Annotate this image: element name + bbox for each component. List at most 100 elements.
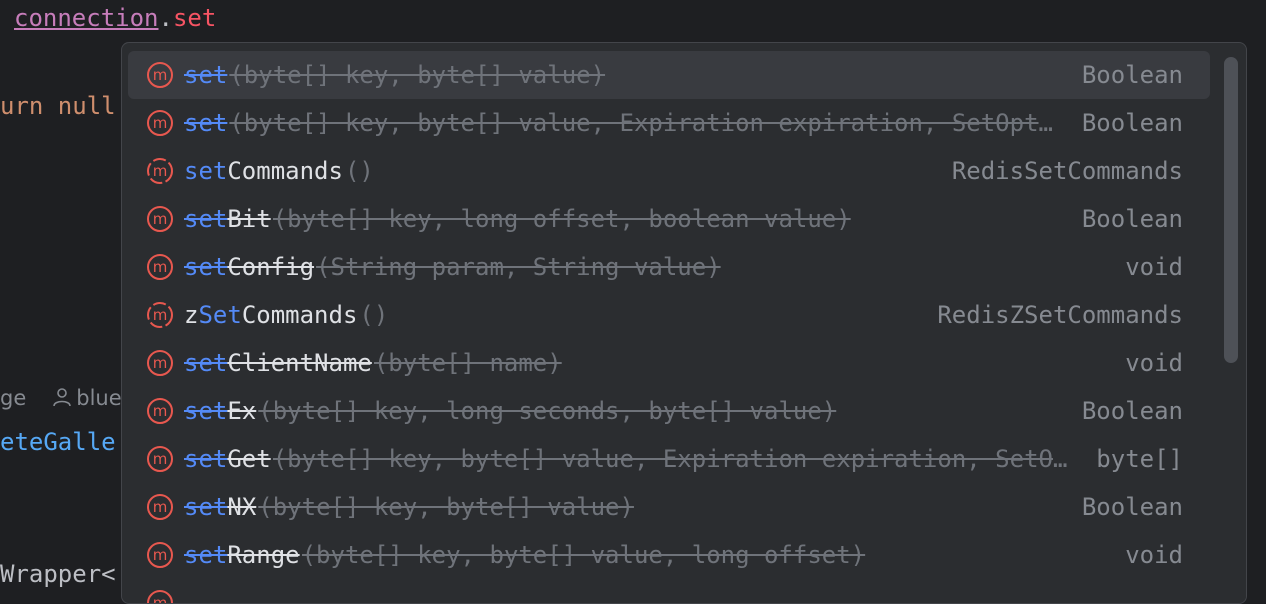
name-rest: ClientName	[227, 349, 372, 377]
completion-return-type: Boolean	[1081, 109, 1183, 137]
completion-name: set	[184, 61, 227, 89]
completion-params: (byte[] key, byte[] value, Expiration ex…	[272, 445, 1081, 473]
method-icon: m	[146, 397, 174, 425]
name-rest: Get	[227, 445, 271, 473]
svg-text:m: m	[153, 354, 168, 372]
method-icon: m	[146, 61, 174, 89]
method-icon: m	[146, 253, 174, 281]
completion-name: setRange	[184, 541, 300, 569]
svg-text:m: m	[153, 258, 168, 276]
author-hint[interactable]: bluet	[52, 386, 130, 410]
svg-text:m: m	[153, 546, 168, 564]
completion-params: (byte[] key, long offset, boolean value)	[272, 205, 851, 233]
completion-return-type: RedisZSetCommands	[937, 301, 1183, 329]
svg-text:m: m	[153, 114, 168, 132]
svg-text:m: m	[153, 594, 168, 604]
code-line-return[interactable]: urn null	[0, 92, 116, 120]
completion-name: set	[184, 109, 227, 137]
name-rest: NX	[227, 493, 257, 521]
completion-name: setClientName	[184, 349, 372, 377]
name-match: set	[184, 445, 228, 473]
svg-text:m: m	[153, 162, 168, 180]
svg-text:m: m	[153, 402, 168, 420]
completion-item[interactable]: m set (byte[] key, byte[] value) Boolean	[128, 51, 1210, 99]
completion-params: (byte[] name)	[373, 349, 562, 377]
method-icon: m	[146, 589, 174, 604]
completion-name: setConfig	[184, 253, 314, 281]
completion-item[interactable]: m setClientName (byte[] name) void	[128, 339, 1210, 387]
name-match: set	[184, 493, 228, 521]
completion-params: (byte[] key, byte[] value, long offset)	[301, 541, 866, 569]
completion-return-type: void	[1125, 349, 1183, 377]
scrollbar[interactable]	[1220, 51, 1246, 603]
completion-item[interactable]: m setGet (byte[] key, byte[] value, Expira…	[128, 435, 1210, 483]
method-icon: m	[146, 541, 174, 569]
completion-return-type: void	[1125, 253, 1183, 281]
name-rest: Config	[227, 253, 315, 281]
svg-text:m: m	[153, 66, 168, 84]
completion-name: zSetCommands	[184, 301, 357, 329]
svg-text:m: m	[153, 306, 168, 324]
completion-return-type: Boolean	[1081, 493, 1183, 521]
name-match: set	[184, 253, 228, 281]
name-match: set	[184, 61, 228, 89]
name-rest: Commands	[227, 157, 343, 185]
code-vision-hints: ge bluet	[0, 386, 130, 412]
name-match: set	[184, 397, 228, 425]
code-line-method[interactable]: eteGalle	[0, 428, 116, 456]
completion-name: setCommands	[184, 157, 343, 185]
name-rest: Commands	[241, 301, 358, 329]
svg-text:m: m	[153, 498, 168, 516]
method-icon: m	[146, 109, 174, 137]
completion-name: setNX	[184, 493, 256, 521]
completion-item[interactable]: m zSetCommands() RedisZSetCommands	[128, 291, 1210, 339]
name-match: set	[184, 541, 228, 569]
svg-text:m: m	[153, 210, 168, 228]
completion-params: (String param, String value)	[316, 253, 721, 281]
scrollbar-thumb[interactable]	[1224, 57, 1238, 363]
completion-name: setEx	[184, 397, 256, 425]
method-abstract-icon: m	[146, 301, 174, 329]
completion-return-type: Boolean	[1081, 205, 1183, 233]
completion-params: ()	[359, 301, 389, 329]
completion-item[interactable]: m setRange (byte[] key, byte[] value, long…	[128, 531, 1210, 579]
method-icon: m	[146, 205, 174, 233]
completion-item[interactable]: m setEx (byte[] key, long seconds, byte[] …	[128, 387, 1210, 435]
typed-prefix: set	[172, 4, 217, 32]
name-prefix: z	[184, 301, 199, 329]
completion-name: setBit	[184, 205, 271, 233]
code-line-call[interactable]: connection.set	[14, 4, 216, 32]
svg-text:m: m	[153, 450, 168, 468]
name-match: set	[184, 109, 228, 137]
completion-item[interactable]: m setBit (byte[] key, long offset, boolean…	[128, 195, 1210, 243]
name-rest: Range	[227, 541, 300, 569]
completion-item[interactable]: m setNX (byte[] key, byte[] value) Boolean	[128, 483, 1210, 531]
method-icon: m	[146, 445, 174, 473]
completion-return-type: byte[]	[1096, 445, 1183, 473]
name-rest: Ex	[227, 397, 257, 425]
name-match: Set	[198, 301, 242, 329]
code-completion-popup[interactable]: m set (byte[] key, byte[] value) Boolean m se…	[121, 42, 1247, 604]
completion-params: ()	[344, 157, 374, 185]
method-abstract-icon: m	[146, 157, 174, 185]
completion-item[interactable]: m setCommands() RedisSetCommands	[128, 147, 1210, 195]
name-match: set	[184, 349, 228, 377]
code-line-type[interactable]: Wrapper<	[0, 560, 116, 588]
object-identifier[interactable]: connection	[14, 4, 159, 32]
completion-params: (byte[] key, long seconds, byte[] value)	[258, 397, 837, 425]
completion-return-type: void	[1125, 541, 1183, 569]
person-icon	[52, 387, 72, 412]
name-match: set	[184, 205, 228, 233]
completion-name: setGet	[184, 445, 271, 473]
method-icon: m	[146, 493, 174, 521]
completion-return-type: RedisSetCommands	[951, 157, 1183, 185]
completion-return-type: Boolean	[1081, 61, 1183, 89]
name-rest: Bit	[227, 205, 271, 233]
completion-params: (byte[] key, byte[] value)	[258, 493, 634, 521]
completion-item[interactable]: m setConfig (String param, String value) vo…	[128, 243, 1210, 291]
completion-params: (byte[] key, byte[] value)	[229, 61, 606, 89]
name-match: set	[184, 157, 228, 185]
completion-item[interactable]: m set (byte[] key, byte[] value, Expiratio…	[128, 99, 1210, 147]
usages-hint[interactable]: ge	[0, 386, 26, 410]
completion-params: (byte[] key, byte[] value, Expiration ex…	[229, 109, 1065, 137]
